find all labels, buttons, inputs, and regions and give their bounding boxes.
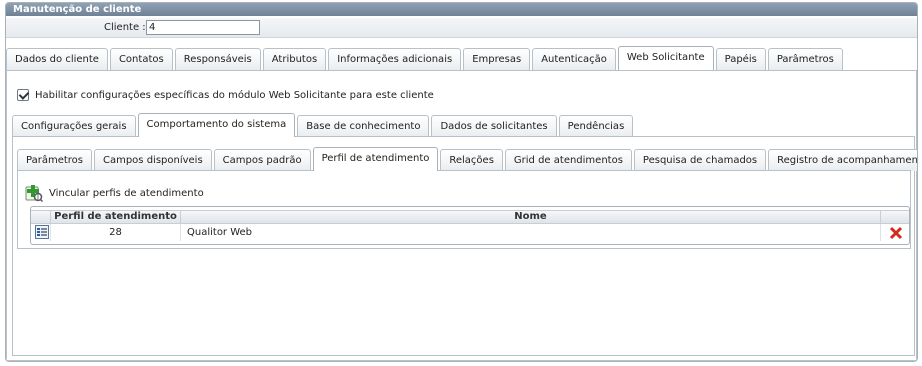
- enable-web-solicitante-checkbox[interactable]: [17, 89, 29, 101]
- main-tab-7[interactable]: Web Solicitante: [617, 46, 714, 70]
- client-maintenance-window: Manutenção de cliente Cliente : Dados do…: [5, 2, 918, 362]
- row-profile-cell: 28: [51, 224, 181, 241]
- sub-tab-0[interactable]: Configurações gerais: [12, 115, 136, 137]
- row-name-cell: Qualitor Web: [181, 224, 881, 241]
- inner-tab-0[interactable]: Parâmetros: [17, 149, 92, 171]
- client-label: Cliente :: [104, 22, 146, 33]
- link-profiles-label: Vincular perfis de atendimento: [49, 187, 204, 199]
- inner-tab-5[interactable]: Grid de atendimentos: [504, 149, 632, 171]
- inner-tab-6[interactable]: Pesquisa de chamados: [633, 149, 767, 171]
- grid-header-name[interactable]: Nome: [181, 211, 881, 223]
- main-tab-8[interactable]: Papéis: [715, 48, 766, 70]
- delete-icon: [889, 226, 903, 240]
- inner-tab-7[interactable]: Registro de acompanhamentos: [768, 149, 917, 171]
- row-details-cell[interactable]: [31, 224, 51, 241]
- main-tab-0[interactable]: Dados do cliente: [6, 48, 108, 70]
- main-tab-9[interactable]: Parâmetros: [767, 48, 843, 70]
- grid-header-icon-col: [31, 211, 51, 223]
- inner-tab-4[interactable]: Relações: [440, 149, 503, 171]
- inner-tab-2[interactable]: Campos padrão: [213, 149, 311, 171]
- main-tab-3[interactable]: Atributos: [262, 48, 327, 70]
- inner-tab-1[interactable]: Campos disponíveis: [93, 149, 212, 171]
- row-details-icon: [35, 225, 49, 239]
- client-input[interactable]: [146, 20, 260, 35]
- add-profile-icon[interactable]: [25, 184, 44, 203]
- sub-tab-1[interactable]: Comportamento do sistema: [137, 113, 296, 137]
- main-tab-bar: Dados do cliente Contatos Responsáveis Atri…: [6, 46, 845, 70]
- grid-header: Perfil de atendimento Nome: [31, 210, 909, 224]
- profiles-grid: Perfil de atendimento Nome 28 Qualitor W…: [30, 206, 910, 245]
- window-title: Manutenção de cliente: [6, 3, 917, 16]
- link-profiles-action[interactable]: Vincular perfis de atendimento: [25, 184, 204, 203]
- grid-header-actions: [881, 211, 909, 223]
- client-row: Cliente :: [6, 18, 917, 38]
- inner-tab-bar: Parâmetros Campos disponíveis Campos padrã…: [17, 147, 917, 171]
- main-tab-4[interactable]: Informações adicionais: [328, 48, 462, 70]
- sub-tab-4[interactable]: Pendências: [558, 115, 634, 137]
- enable-web-solicitante-row[interactable]: Habilitar configurações específicas do m…: [17, 89, 434, 101]
- main-tab-5[interactable]: Empresas: [463, 48, 531, 70]
- main-tab-1[interactable]: Contatos: [109, 48, 173, 70]
- inner-tab-3[interactable]: Perfil de atendimento: [312, 147, 439, 171]
- enable-web-solicitante-label: Habilitar configurações específicas do m…: [35, 89, 434, 101]
- sub-tab-3[interactable]: Dados de solicitantes: [431, 115, 557, 137]
- sub-tab-2[interactable]: Base de conhecimento: [297, 115, 430, 137]
- sub-tab-bar: Configurações gerais Comportamento do sis…: [12, 113, 635, 137]
- main-tab-2[interactable]: Responsáveis: [174, 48, 261, 70]
- row-delete-cell[interactable]: [881, 224, 909, 241]
- main-tab-6[interactable]: Autenticação: [532, 48, 616, 70]
- grid-header-profile[interactable]: Perfil de atendimento: [51, 211, 181, 223]
- table-row[interactable]: 28 Qualitor Web: [31, 224, 909, 241]
